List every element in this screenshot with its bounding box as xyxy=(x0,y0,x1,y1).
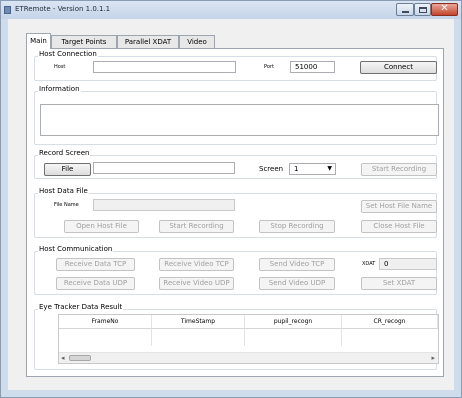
xdat-input[interactable]: 0 xyxy=(379,258,437,270)
port-input[interactable]: 51000 xyxy=(290,61,335,73)
host-file-name-input[interactable] xyxy=(93,199,235,211)
file-name-label: File Name xyxy=(54,202,79,208)
close-host-file-button[interactable]: Close Host File xyxy=(361,220,437,233)
set-host-file-name-button[interactable]: Set Host File Name xyxy=(361,200,437,213)
app-icon xyxy=(4,6,11,14)
record-file-input[interactable] xyxy=(93,162,235,174)
column-header-frameno[interactable]: FrameNo xyxy=(59,315,152,329)
tab-video[interactable]: Video xyxy=(179,35,215,48)
connect-button[interactable]: Connect xyxy=(360,61,437,74)
scroll-right-arrow-icon[interactable]: ▸ xyxy=(431,353,435,363)
port-label: Port xyxy=(264,64,274,70)
column-header-pupil-recogn[interactable]: pupil_recogn xyxy=(245,315,342,329)
scroll-left-arrow-icon[interactable]: ◂ xyxy=(61,353,65,363)
window-title: ETRemote - Version 1.0.1.1 xyxy=(15,5,111,13)
scrollbar-thumb[interactable] xyxy=(69,355,91,361)
minimize-button[interactable] xyxy=(396,3,414,16)
file-button[interactable]: File xyxy=(44,163,91,176)
title-bar[interactable]: ETRemote - Version 1.0.1.1 ✕ xyxy=(1,1,461,19)
host-label: Host xyxy=(54,64,66,70)
close-icon: ✕ xyxy=(440,3,449,14)
receive-video-udp-button[interactable]: Receive Video UDP xyxy=(159,277,234,290)
xdat-label: XDAT xyxy=(362,261,376,267)
screen-label: Screen xyxy=(259,165,284,173)
minimize-icon xyxy=(402,11,409,13)
start-recording-host-button[interactable]: Start Recording xyxy=(159,220,234,233)
start-recording-screen-button[interactable]: Start Recording xyxy=(361,163,437,176)
information-title: Information xyxy=(38,85,81,93)
receive-data-tcp-button[interactable]: Receive Data TCP xyxy=(56,258,135,271)
tab-parallel-xdat[interactable]: Parallel XDAT xyxy=(117,35,179,48)
eye-tracker-title: Eye Tracker Data Result xyxy=(38,303,124,311)
open-host-file-button[interactable]: Open Host File xyxy=(64,220,139,233)
maximize-icon xyxy=(419,7,427,13)
host-input[interactable] xyxy=(93,61,236,73)
close-button[interactable]: ✕ xyxy=(431,3,458,16)
tab-main[interactable]: Main xyxy=(26,33,51,49)
stop-recording-button[interactable]: Stop Recording xyxy=(259,220,335,233)
grid-cell-timestamp xyxy=(152,329,245,346)
set-xdat-button[interactable]: Set XDAT xyxy=(361,277,437,290)
horizontal-scrollbar[interactable]: ◂ ▸ xyxy=(59,352,438,363)
tab-target-points[interactable]: Target Points xyxy=(51,35,117,48)
grid-cell-pupil-recogn xyxy=(245,329,342,346)
column-header-cr-recogn[interactable]: CR_recogn xyxy=(342,315,438,329)
column-header-timestamp[interactable]: TimeStamp xyxy=(152,315,245,329)
grid-cell-frameno xyxy=(59,329,152,346)
host-data-file-title: Host Data File xyxy=(38,187,89,195)
screen-select-value: 1 xyxy=(294,165,299,173)
host-communication-title: Host Communication xyxy=(38,245,114,253)
chevron-down-icon: ▼ xyxy=(327,165,332,172)
maximize-button[interactable] xyxy=(414,3,431,16)
record-screen-title: Record Screen xyxy=(38,149,91,157)
receive-data-udp-button[interactable]: Receive Data UDP xyxy=(56,277,135,290)
send-video-udp-button[interactable]: Send Video UDP xyxy=(259,277,335,290)
screen-select[interactable]: 1 ▼ xyxy=(289,163,336,175)
send-video-tcp-button[interactable]: Send Video TCP xyxy=(259,258,335,271)
host-connection-title: Host Connection xyxy=(38,50,98,58)
information-textbox[interactable] xyxy=(40,104,439,136)
receive-video-tcp-button[interactable]: Receive Video TCP xyxy=(159,258,234,271)
